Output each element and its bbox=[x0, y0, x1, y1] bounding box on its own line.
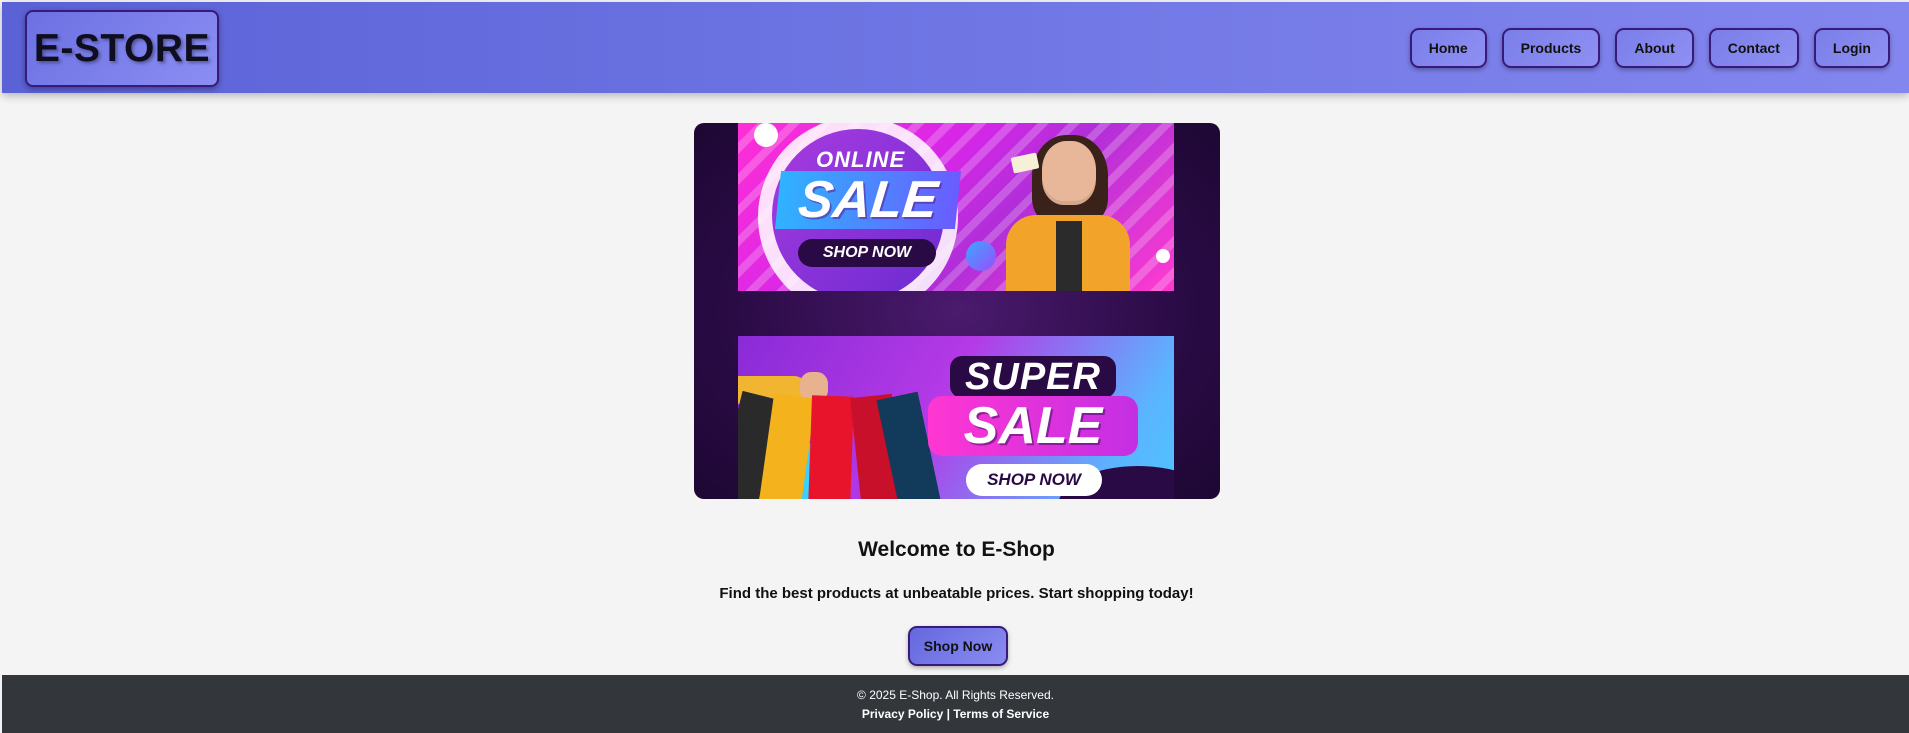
main-nav: Home Products About Contact Login bbox=[1409, 28, 1890, 68]
woman-with-card-image bbox=[1006, 135, 1130, 291]
copyright-text: © 2025 E-Shop. All Rights Reserved. bbox=[857, 688, 1054, 702]
nav-home-button[interactable]: Home bbox=[1409, 28, 1487, 68]
terms-of-service-link[interactable]: Terms of Service bbox=[953, 707, 1049, 721]
site-logo[interactable]: E-STORE bbox=[25, 10, 219, 87]
nav-contact-button[interactable]: Contact bbox=[1708, 28, 1799, 68]
privacy-policy-link[interactable]: Privacy Policy bbox=[862, 707, 943, 721]
footer-links: Privacy Policy | Terms of Service bbox=[2, 707, 1909, 721]
face-shape bbox=[1042, 141, 1096, 205]
nav-about-button[interactable]: About bbox=[1615, 28, 1694, 68]
online-text: ONLINE bbox=[816, 147, 906, 172]
footer-separator: | bbox=[946, 707, 950, 721]
welcome-subtitle: Find the best products at unbeatable pri… bbox=[719, 585, 1194, 602]
super-sale-promo-image[interactable]: SUPER SALE SHOP NOW bbox=[738, 336, 1174, 499]
shirt-shape bbox=[1056, 221, 1082, 291]
site-footer: © 2025 E-Shop. All Rights Reserved. Priv… bbox=[2, 675, 1909, 733]
page: E-STORE Home Products About Contact Logi… bbox=[2, 2, 1909, 733]
promo-shop-now-label: SHOP NOW bbox=[966, 464, 1102, 496]
nav-login-button[interactable]: Login bbox=[1813, 28, 1890, 68]
nav-products-button[interactable]: Products bbox=[1501, 28, 1601, 68]
sale-text: SALE bbox=[774, 171, 962, 229]
logo-text: E-STORE bbox=[33, 26, 211, 70]
promo-shop-now-label: SHOP NOW bbox=[798, 239, 936, 267]
site-header: E-STORE Home Products About Contact Logi… bbox=[2, 2, 1909, 93]
shopping-bags-image bbox=[738, 356, 943, 499]
shop-now-button[interactable]: Shop Now bbox=[908, 626, 1008, 666]
hero-banner: ONLINE SALE SHOP NOW SUPER SALE SHOP NOW bbox=[694, 123, 1220, 499]
bag-shape bbox=[807, 395, 854, 499]
dot-decoration bbox=[966, 241, 996, 271]
welcome-heading: Welcome to E-Shop bbox=[858, 538, 1055, 561]
online-sale-promo-image[interactable]: ONLINE SALE SHOP NOW bbox=[738, 123, 1174, 291]
dot-decoration bbox=[754, 123, 778, 147]
super-text: SUPER bbox=[950, 356, 1116, 398]
dot-decoration bbox=[1156, 249, 1170, 263]
sale-text: SALE bbox=[928, 396, 1138, 456]
